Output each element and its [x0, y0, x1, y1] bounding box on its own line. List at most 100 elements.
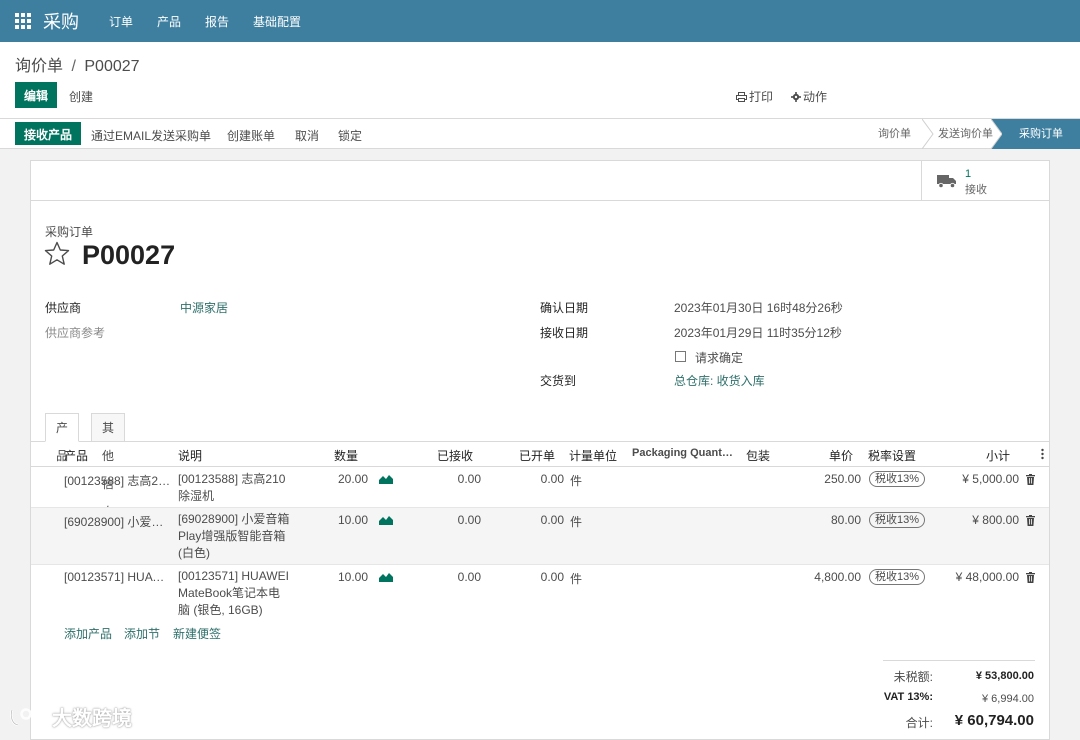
- delete-row-icon[interactable]: [1026, 572, 1035, 583]
- column-header-quantity[interactable]: 数量: [334, 447, 358, 464]
- receipts-smart-button[interactable]: 1 接收: [921, 161, 1049, 200]
- receipt-date-label: 接收日期: [540, 326, 589, 340]
- breadcrumb-parent[interactable]: 询价单: [15, 58, 63, 75]
- create-button[interactable]: 创建: [69, 88, 93, 105]
- action-button[interactable]: 动作: [791, 88, 827, 105]
- row-description[interactable]: [00123588] 志高210 除湿机: [178, 471, 298, 505]
- untaxed-amount-value: ¥ 53,800.00: [975, 670, 1034, 682]
- status-bar: 接收产品 通过EMAIL发送采购单 创建账单 取消 锁定 询价单 发送询价单 采…: [0, 119, 1080, 149]
- column-header-billed[interactable]: 已开单: [519, 447, 555, 464]
- send-po-email-button[interactable]: 通过EMAIL发送采购单: [91, 127, 211, 144]
- stage-rfq-sent[interactable]: 发送询价单: [938, 119, 993, 149]
- app-brand[interactable]: 采购: [43, 8, 79, 34]
- column-header-uom[interactable]: 计量单位: [569, 447, 617, 464]
- forecast-chart-icon[interactable]: [379, 474, 393, 484]
- menu-reports[interactable]: 报告: [205, 13, 229, 30]
- table-row[interactable]: [69028900] 小爱音… [69028900] 小爱音箱Play增强版智能…: [31, 508, 1049, 564]
- receipts-count: 1: [965, 168, 972, 180]
- top-navbar: 采购 订单 产品 报告 基础配置: [0, 0, 1080, 42]
- ask-confirm-label: 请求确定: [695, 351, 744, 365]
- print-icon: [736, 92, 747, 102]
- row-received: 0.00: [457, 472, 481, 486]
- table-row[interactable]: [00123571] HUAW… [00123571] HUAWEI MateB…: [31, 565, 1049, 620]
- row-billed: 0.00: [540, 570, 564, 584]
- breadcrumb-current: P00027: [84, 58, 140, 75]
- row-uom[interactable]: 件: [570, 513, 582, 530]
- row-unit-price[interactable]: 80.00: [791, 513, 861, 527]
- row-unit-price[interactable]: 4,800.00: [791, 570, 861, 584]
- row-quantity[interactable]: 20.00: [301, 472, 368, 486]
- row-subtotal: ¥ 48,000.00: [955, 570, 1019, 584]
- receive-products-button[interactable]: 接收产品: [15, 122, 82, 145]
- delete-row-icon[interactable]: [1026, 515, 1035, 526]
- tab-products[interactable]: 产品: [45, 413, 80, 463]
- menu-products[interactable]: 产品: [157, 13, 181, 30]
- breadcrumb-separator: /: [71, 58, 76, 75]
- row-tax-badge[interactable]: 税收13%: [869, 512, 926, 528]
- table-row[interactable]: [00123588] 志高21… [00123588] 志高210 除湿机 20…: [31, 467, 1049, 507]
- lock-button[interactable]: 锁定: [338, 127, 362, 144]
- row-product[interactable]: [69028900] 小爱音…: [64, 513, 174, 530]
- page-title: P00027: [82, 240, 176, 270]
- confirm-date-value: 2023年01月30日 16时48分26秒: [674, 301, 843, 315]
- row-received: 0.00: [457, 513, 481, 527]
- column-header-packaging-qty[interactable]: Packaging Quant…: [632, 447, 733, 459]
- row-product[interactable]: [00123588] 志高21…: [64, 472, 174, 489]
- row-description[interactable]: [69028900] 小爱音箱Play增强版智能音箱 (白色): [178, 511, 296, 562]
- column-header-taxes[interactable]: 税率设置: [868, 447, 916, 464]
- forecast-chart-icon[interactable]: [379, 572, 393, 582]
- row-subtotal: ¥ 5,000.00: [962, 472, 1019, 486]
- watermark: 大数跨境: [8, 702, 132, 731]
- vat-value: ¥ 6,994.00: [982, 693, 1034, 705]
- tab-other-info[interactable]: 其他信息: [91, 413, 126, 519]
- total-label: 合计:: [905, 716, 933, 730]
- confirm-date-label: 确认日期: [540, 301, 589, 315]
- row-description[interactable]: [00123571] HUAWEI MateBook笔记本电脑 (银色, 16G…: [178, 568, 290, 619]
- vendor-label: 供应商: [45, 301, 82, 315]
- column-header-description[interactable]: 说明: [178, 447, 202, 464]
- apps-menu-icon[interactable]: [15, 13, 31, 29]
- print-button[interactable]: 打印: [736, 88, 773, 105]
- smart-button-box: 1 接收: [31, 161, 1049, 201]
- row-uom[interactable]: 件: [570, 570, 582, 587]
- total-value: ¥ 60,794.00: [954, 712, 1034, 729]
- stage-rfq[interactable]: 询价单: [878, 119, 911, 149]
- deliver-to-link[interactable]: 总仓库: 收货入库: [674, 372, 765, 389]
- gear-icon: [791, 92, 801, 102]
- cancel-button[interactable]: 取消: [295, 127, 319, 144]
- row-tax-badge[interactable]: 税收13%: [869, 471, 926, 487]
- form-sheet: 1 接收 采购订单 P00027 供应商 中源家居 供应商参考 确认日期 202…: [30, 160, 1050, 740]
- row-billed: 0.00: [540, 472, 564, 486]
- row-uom[interactable]: 件: [570, 472, 582, 489]
- column-header-unit-price[interactable]: 单价: [829, 447, 853, 464]
- row-received: 0.00: [457, 570, 481, 584]
- column-header-received[interactable]: 已接收: [437, 447, 473, 464]
- document-type-label: 采购订单: [45, 225, 94, 239]
- create-bill-button[interactable]: 创建账单: [227, 127, 275, 144]
- column-header-packaging[interactable]: 包装: [746, 447, 770, 464]
- print-label: 打印: [749, 90, 774, 104]
- edit-button[interactable]: 编辑: [15, 82, 58, 108]
- delete-row-icon[interactable]: [1026, 474, 1035, 485]
- column-header-subtotal[interactable]: 小计: [986, 447, 1010, 464]
- row-tax-badge[interactable]: 税收13%: [869, 569, 926, 585]
- optional-columns-icon[interactable]: [1041, 448, 1044, 460]
- ask-confirm-checkbox[interactable]: [675, 351, 686, 362]
- add-product-link[interactable]: 添加产品: [64, 625, 112, 642]
- add-section-link[interactable]: 添加节: [124, 625, 160, 642]
- vat-label: VAT 13%:: [883, 691, 933, 703]
- row-unit-price[interactable]: 250.00: [791, 472, 861, 486]
- row-quantity[interactable]: 10.00: [301, 570, 368, 584]
- receipts-label: 接收: [965, 184, 987, 196]
- menu-orders[interactable]: 订单: [109, 13, 133, 30]
- row-quantity[interactable]: 10.00: [301, 513, 368, 527]
- add-note-link[interactable]: 新建便签: [173, 625, 221, 642]
- forecast-chart-icon[interactable]: [379, 515, 393, 525]
- row-subtotal: ¥ 800.00: [972, 513, 1019, 527]
- star-icon[interactable]: [44, 241, 70, 267]
- stage-chevron-icon: [922, 119, 934, 149]
- vendor-link[interactable]: 中源家居: [180, 299, 228, 316]
- row-product[interactable]: [00123571] HUAW…: [64, 570, 174, 584]
- menu-configuration[interactable]: 基础配置: [253, 13, 301, 30]
- totals-divider: [883, 660, 1035, 661]
